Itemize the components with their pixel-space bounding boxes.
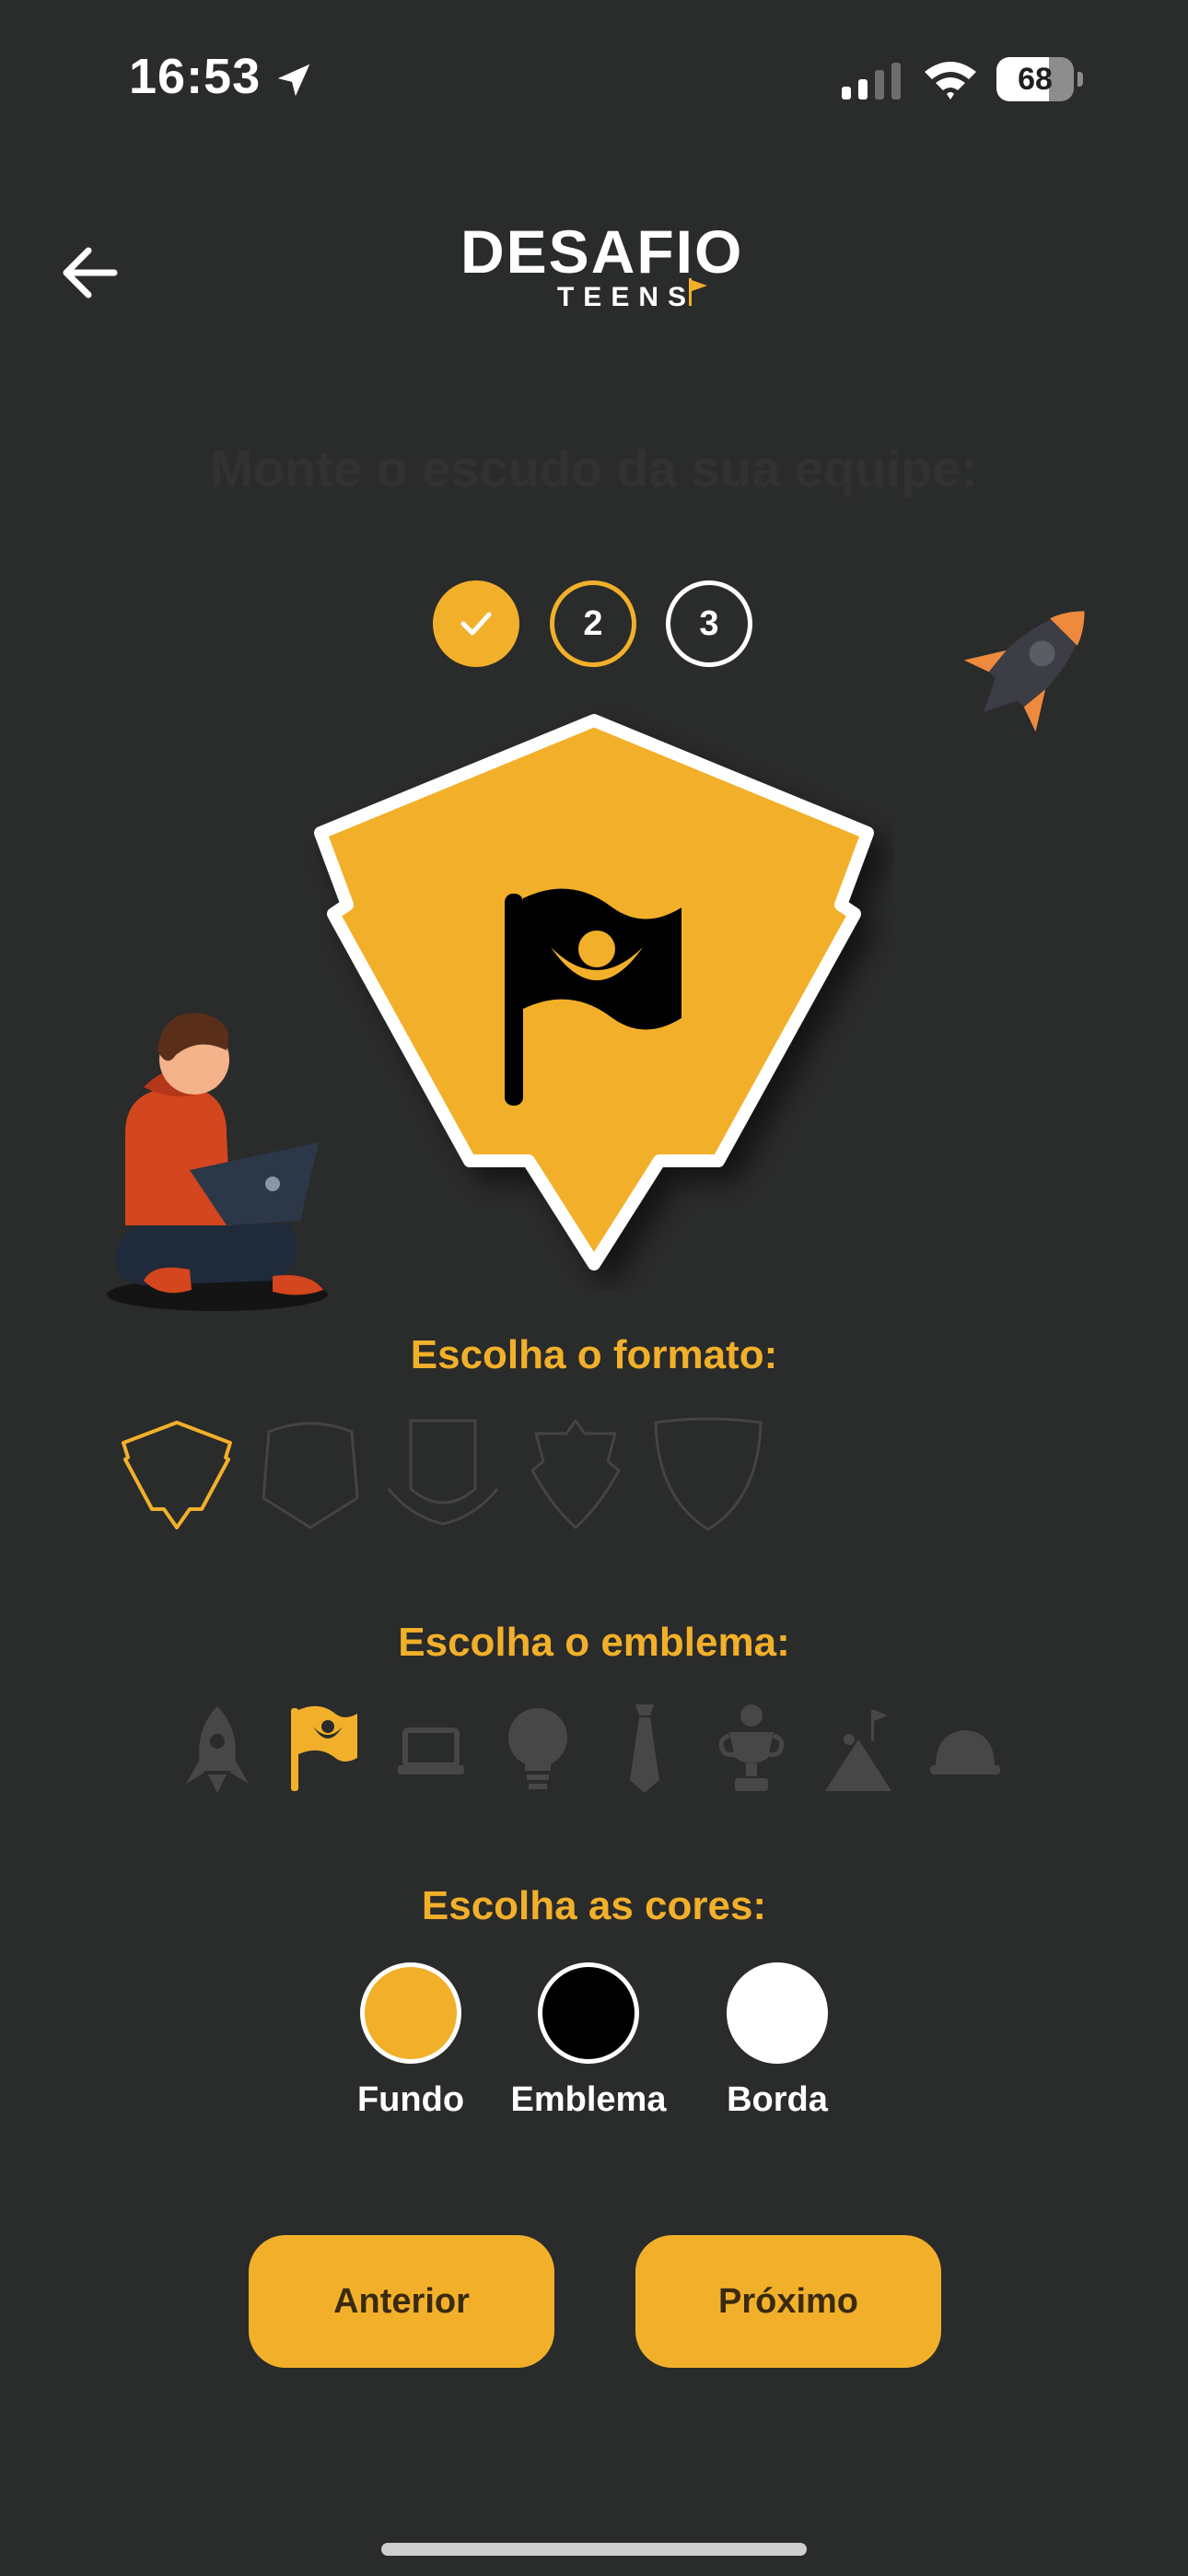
home-indicator[interactable] [381, 2543, 807, 2556]
next-button[interactable]: Próximo [635, 2235, 941, 2368]
colors-section-title: Escolha as cores: [421, 1883, 767, 1928]
lightning-shield-icon[interactable] [118, 1415, 238, 1535]
emblem-color-swatch[interactable] [538, 1962, 639, 2064]
rocket-icon[interactable] [181, 1703, 254, 1795]
laptop-icon[interactable] [394, 1703, 468, 1795]
helmet-icon[interactable] [928, 1703, 1002, 1795]
battery-indicator: 68 [996, 57, 1083, 101]
rocket-decoration-icon [963, 611, 1085, 732]
classic-shield-icon[interactable] [648, 1415, 768, 1535]
border-color-swatch[interactable] [727, 1962, 828, 2064]
previous-button[interactable]: Anterior [249, 2235, 554, 2368]
check-icon [460, 612, 492, 636]
tie-icon[interactable] [608, 1703, 681, 1795]
banner-shield-icon[interactable] [383, 1415, 503, 1535]
location-arrow-icon [277, 64, 310, 97]
climber-icon[interactable] [821, 1703, 895, 1795]
flag-icon[interactable] [287, 1703, 361, 1795]
cellular-signal-icon [842, 63, 901, 100]
lightbulb-icon[interactable] [501, 1703, 575, 1795]
background-color-label: Fundo [356, 2080, 465, 2119]
logo-flag-icon [689, 278, 707, 306]
app-logo: DESAFIO TEENS [460, 217, 744, 322]
emblem-color-label: Emblema [510, 2080, 667, 2119]
logo-main-text: DESAFIO [460, 217, 744, 286]
rounded-shield-icon[interactable] [250, 1415, 370, 1535]
page-title: Monte o escudo da sua equipe: [210, 439, 978, 498]
back-arrow-icon[interactable] [55, 236, 129, 310]
crest-shield-icon[interactable] [516, 1415, 635, 1535]
background-color-swatch[interactable] [360, 1962, 461, 2064]
trophy-icon[interactable] [715, 1703, 788, 1795]
step-2-current: 2 [550, 580, 636, 667]
wifi-icon [925, 62, 976, 100]
status-time: 16:53 [129, 49, 262, 104]
boy-with-laptop-illustration [107, 1013, 328, 1311]
battery-level: 68 [1018, 62, 1053, 97]
emblem-section-title: Escolha o emblema: [398, 1620, 790, 1665]
format-section-title: Escolha o formato: [410, 1332, 778, 1377]
border-color-label: Borda [727, 2080, 828, 2119]
shield-preview [314, 714, 874, 1270]
step-1-done [433, 580, 519, 667]
step-3-upcoming: 3 [666, 580, 752, 667]
